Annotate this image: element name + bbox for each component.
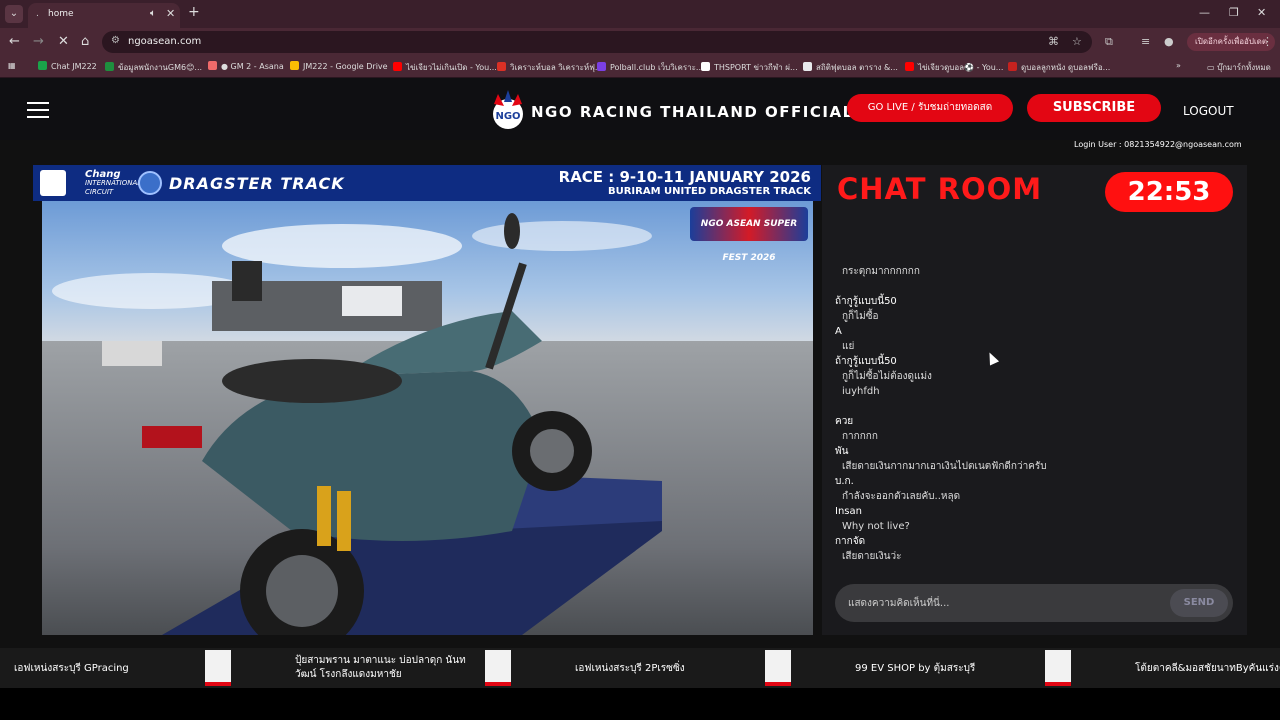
- chang-circuit-text: Chang INTERNATIONAL CIRCUIT: [85, 169, 142, 197]
- chat-message: ควย กากกกก: [835, 414, 1235, 444]
- send-button[interactable]: SEND: [1170, 589, 1228, 617]
- bookmark-item[interactable]: ไข่เจียวดูบอล⚽ - You...: [905, 61, 1003, 74]
- ticker-thumbnail: [765, 650, 791, 686]
- ticker-item: เอฟเหน่งสระบุรี GPracing: [14, 662, 129, 674]
- login-user-text: Login User : 0821354922@ngoasean.com: [1074, 140, 1242, 149]
- bookmark-item[interactable]: ไข่เจียวไม่เกินเปิด - You...: [393, 61, 497, 74]
- browser-tab[interactable]: . home 🔈︎ ✕: [28, 3, 180, 28]
- ngo-asean-watermark: NGO ASEAN SUPER FEST 2026: [690, 207, 808, 263]
- race-venue: BURIRAM UNITED DRAGSTER TRACK: [607, 186, 811, 197]
- page-footer-strip: [0, 688, 1280, 720]
- chat-message: A แย่: [835, 324, 1235, 354]
- chat-message: กากจัด เสียดายเงินว่ะ: [835, 534, 1235, 564]
- chat-message: พัน เสียดายเงินกากมากเอาเงินไปตเนตฟักดีกว…: [835, 444, 1235, 474]
- chat-room-title: CHAT ROOM: [837, 172, 1043, 206]
- bookmark-item[interactable]: ดูบอลลูกหนัง ดูบอลฟรีอ...: [1008, 61, 1110, 74]
- speaker-icon[interactable]: 🔈︎: [150, 8, 156, 19]
- site-title: NGO RACING THAILAND OFFICIAL: [531, 103, 854, 121]
- chat-message: บ.ก. กำลังจะออกตัวเลยคับ..หลุด: [835, 474, 1235, 504]
- chat-message: กระตุกมากกกกกก: [842, 266, 920, 277]
- minimize-icon[interactable]: —: [1199, 6, 1210, 19]
- url-text: ngoasean.com: [128, 36, 202, 47]
- browser-toolbar: ← → ✕ ⌂ ⚙ ngoasean.com ⌘ ☆ ⧉ ≡ ● เปิดอีก…: [0, 28, 1280, 56]
- bookmark-item[interactable]: สถิติฟุตบอล ตาราง &...: [803, 61, 898, 74]
- race-banner: Chang INTERNATIONAL CIRCUIT DRAGSTER TRA…: [33, 165, 821, 201]
- chat-message-list: กระตุกมากกกกกก ถ้ากูรู้แบบนี้50 กูก็ไม่ซื…: [835, 264, 1235, 564]
- restore-icon[interactable]: ❐: [1229, 6, 1239, 19]
- new-tab-plus-icon[interactable]: +: [188, 4, 200, 20]
- site-header: NGO NGO RACING THAILAND OFFICIAL GO LIVE…: [0, 78, 1280, 140]
- chat-username: บ.ก.: [835, 476, 854, 487]
- tab-title: home: [48, 9, 74, 19]
- dragster-track-logo: DRAGSTER TRACK: [169, 174, 345, 193]
- sponsor-ticker: เอฟเหน่งสระบุรี GPracing ปุ้ยสามพราน มาต…: [0, 648, 1280, 688]
- avatar[interactable]: ●: [1164, 35, 1174, 48]
- site-settings-icon[interactable]: ⚙: [111, 35, 120, 46]
- go-live-button[interactable]: GO LIVE / รับชมถ่ายทอดสด: [847, 94, 1013, 122]
- bookmark-item[interactable]: Chat JM222: [38, 61, 97, 71]
- svg-text:NGO: NGO: [495, 111, 520, 122]
- extensions-puzzle-icon[interactable]: ⧉: [1105, 35, 1113, 49]
- hamburger-menu-icon[interactable]: [27, 102, 49, 118]
- translate-icon[interactable]: ⌘: [1048, 35, 1059, 48]
- forward-arrow-icon[interactable]: →: [33, 34, 44, 49]
- logout-button[interactable]: LOGOUT: [1183, 104, 1234, 118]
- media-controls-icon[interactable]: ≡: [1141, 35, 1150, 48]
- stop-loading-icon[interactable]: ✕: [58, 34, 69, 49]
- bookmarks-bar: ▦ Chat JM222 ข้อมูลพนักงานGM6😊... ● GM 2…: [0, 56, 1280, 78]
- chat-username: ถ้ากูรู้แบบนี้50: [835, 296, 897, 307]
- live-video-player[interactable]: NGO ASEAN SUPER FEST 2026: [42, 201, 813, 635]
- bookmark-item[interactable]: ● GM 2 - Asana: [208, 61, 284, 71]
- chat-message: Insan Why not live?: [835, 504, 1235, 534]
- chat-message: ถ้ากูรู้แบบนี้50 กูก็ไม่ซื้อไม่ต้องดูแม่ง: [835, 354, 1235, 384]
- all-bookmarks-folder[interactable]: ▭ บุ๊กมาร์กทั้งหมด: [1207, 61, 1271, 74]
- chat-message: ถ้ากูรู้แบบนี้50 กูก็ไม่ซื้อ: [835, 294, 1235, 324]
- chat-username: กากจัด: [835, 536, 866, 547]
- race-dates-title: RACE : 9-10-11 JANUARY 2026: [558, 168, 811, 186]
- chat-username: พัน: [835, 446, 849, 457]
- ngo-logo: NGO: [493, 90, 523, 129]
- apps-grid-icon[interactable]: ▦: [8, 61, 16, 70]
- chat-username: Insan: [835, 506, 862, 517]
- back-arrow-icon[interactable]: ←: [9, 34, 20, 49]
- chang-circuit-logo: [40, 170, 66, 196]
- browser-tab-bar: ⌄ . home 🔈︎ ✕ + — ❐ ✕: [0, 0, 1280, 28]
- ticker-item: ปุ้ยสามพราน มาตาแนะ บ่อปลาดุก นันทวัฒน์ …: [295, 655, 466, 680]
- ticker-item: เอฟเหน่งสระบุรี 2Pเรซซิ่ง: [575, 662, 685, 674]
- ticker-thumbnail: [485, 650, 511, 686]
- subscribe-button[interactable]: SUBSCRIBE: [1027, 94, 1161, 122]
- ticker-item: โต้ยตาคลี&มอสชัยนาทByคันแร่งค้ำ: [1135, 662, 1280, 674]
- ticker-thumbnail: [1045, 650, 1071, 686]
- bookmark-item[interactable]: ข้อมูลพนักงานGM6😊...: [105, 61, 202, 74]
- window-close-icon[interactable]: ✕: [1257, 6, 1266, 19]
- ticker-item: 99 EV SHOP by ตุ้มสระบุรี: [855, 662, 976, 674]
- folder-icon: ▭: [1207, 63, 1218, 72]
- bookmark-item[interactable]: Polball.club เว็บวิเคราะ...: [597, 61, 704, 74]
- tab-list-chevron-icon[interactable]: ⌄: [5, 5, 23, 23]
- ticker-thumbnail: [205, 650, 231, 686]
- menu-kebab-icon[interactable]: ⋮: [1262, 35, 1273, 48]
- bookmark-item[interactable]: JM222 - Google Drive: [290, 61, 388, 71]
- chat-username: ควย: [835, 416, 854, 427]
- chat-username: A: [835, 326, 842, 337]
- chat-username: ถ้ากูรู้แบบนี้50: [835, 356, 897, 367]
- buriram-united-badge: [138, 171, 162, 195]
- countdown-timer: 22:53: [1105, 172, 1233, 212]
- address-bar[interactable]: ⚙ ngoasean.com ⌘ ☆: [102, 31, 1092, 53]
- motorcycle-video-frame: [52, 213, 662, 635]
- more-bookmarks-chevron-icon[interactable]: »: [1176, 61, 1181, 70]
- bookmark-item[interactable]: วิเคราะห์บอล วิเคราะห์ฟุ...: [497, 61, 603, 74]
- bookmark-item[interactable]: THSPORT ข่าวกีฬา ผ่...: [701, 61, 798, 74]
- tab-favicon-icon: .: [36, 9, 39, 19]
- chat-message: iuyhfdh: [842, 386, 880, 397]
- close-tab-icon[interactable]: ✕: [166, 7, 175, 20]
- home-icon[interactable]: ⌂: [81, 34, 89, 49]
- bookmark-star-icon[interactable]: ☆: [1072, 35, 1082, 48]
